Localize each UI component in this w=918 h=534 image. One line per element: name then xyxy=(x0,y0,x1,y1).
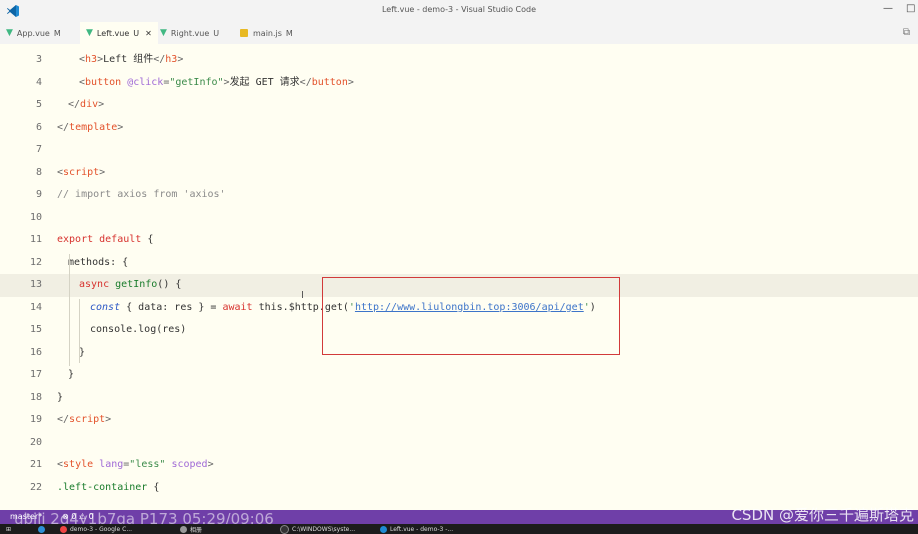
line-number: 18 xyxy=(29,391,42,403)
tab-label: Left.vue xyxy=(96,28,130,38)
line-number: 19 xyxy=(29,414,42,425)
minimize-button[interactable]: — xyxy=(883,3,893,14)
code-text: <script> xyxy=(57,166,106,178)
watermark: CSDN @爱你三千遍斯塔克 xyxy=(731,506,914,524)
code-text: console.log(res) xyxy=(90,324,187,335)
code-text: async getInfo() { xyxy=(79,279,182,290)
editor-tabs: ▼ App.vue M ▼ Left.vue U ✕ ▼ Right.vue U… xyxy=(0,22,918,44)
line-number: 5 xyxy=(35,99,42,110)
start-icon[interactable]: ⊞ xyxy=(6,525,11,534)
code-text: <button @click="getInfo">发起 GET 请求</butt… xyxy=(79,76,354,88)
code-line[interactable]: 7 xyxy=(0,139,918,162)
code-text: export default { xyxy=(57,234,154,245)
code-line[interactable]: 8 <script> xyxy=(0,162,918,185)
taskbar-item[interactable]: C:\WINDOWS\syste... xyxy=(280,525,355,534)
code-line[interactable]: 19 </script> xyxy=(0,409,918,432)
line-number: 17 xyxy=(29,369,42,380)
taskbar: ⊞ demo-3 - Google C... 相册 C:\WINDOWS\sys… xyxy=(0,524,918,534)
js-file-icon xyxy=(240,29,248,37)
tab-label: App.vue xyxy=(16,28,50,38)
line-number: 9 xyxy=(35,189,42,200)
line-number: 7 xyxy=(35,144,42,155)
code-text: // import axios from 'axios' xyxy=(57,189,226,200)
line-number: 21 xyxy=(29,459,42,470)
code-line[interactable]: 21 <style lang="less" scoped> xyxy=(0,454,918,477)
code-line[interactable]: 4 <button @click="getInfo">发起 GET 请求</but… xyxy=(0,72,918,95)
window-title: Left.vue - demo-3 - Visual Studio Code xyxy=(381,5,536,14)
code-text: <style lang="less" scoped> xyxy=(57,459,214,470)
line-number: 6 xyxy=(35,121,42,133)
line-number: 3 xyxy=(35,54,42,65)
taskbar-item[interactable]: 相册 xyxy=(180,525,202,534)
code-text: } xyxy=(57,391,64,403)
line-number: 12 xyxy=(29,256,42,268)
taskbar-item[interactable]: demo-3 - Google C... xyxy=(60,525,132,534)
tab-app-vue[interactable]: ▼ App.vue M xyxy=(6,22,80,44)
tab-label: main.js xyxy=(253,28,282,38)
code-line[interactable]: 3 <h3>Left 组件</h3> xyxy=(0,49,918,72)
git-status-badge: U xyxy=(133,28,140,38)
line-number: 10 xyxy=(29,211,42,223)
code-text: methods: { xyxy=(68,256,129,268)
line-number: 13 xyxy=(29,279,42,290)
tab-main-js[interactable]: main.js M xyxy=(240,22,310,44)
line-number: 4 xyxy=(35,76,42,88)
title-bar: Left.vue - demo-3 - Visual Studio Code —… xyxy=(0,0,918,23)
git-status-badge: M xyxy=(285,28,293,38)
highlight-box xyxy=(322,277,620,355)
git-status-badge: U xyxy=(213,28,220,38)
line-number: 20 xyxy=(29,436,42,448)
tab-right-vue[interactable]: ▼ Right.vue U xyxy=(160,22,232,44)
code-text: </template> xyxy=(57,121,124,133)
code-line[interactable]: 17} xyxy=(0,364,918,387)
code-line[interactable]: 6 </template> xyxy=(0,117,918,140)
close-icon[interactable]: ✕ xyxy=(145,29,152,38)
code-line[interactable]: 10 xyxy=(0,207,918,230)
code-line[interactable]: 22 .left-container { xyxy=(0,477,918,500)
split-editor-icon[interactable]: ⧉ xyxy=(903,27,910,38)
code-text: <h3>Left 组件</h3> xyxy=(79,54,184,65)
code-text: </div> xyxy=(68,99,105,110)
line-number: 16 xyxy=(29,346,42,358)
vue-file-icon: ▼ xyxy=(6,28,13,38)
code-line[interactable]: 9 // import axios from 'axios' xyxy=(0,184,918,207)
edge-icon[interactable] xyxy=(38,525,48,534)
code-line[interactable]: 5 </div> xyxy=(0,94,918,117)
line-number: 15 xyxy=(29,324,42,335)
code-line[interactable]: 11 export default { xyxy=(0,229,918,252)
line-number: 14 xyxy=(29,301,42,313)
tab-left-vue[interactable]: ▼ Left.vue U ✕ xyxy=(80,22,158,44)
code-text: .left-container { xyxy=(57,481,160,493)
line-number: 22 xyxy=(29,481,42,493)
line-number: 11 xyxy=(29,234,42,245)
code-line[interactable]: 18} xyxy=(0,387,918,410)
indent-guide xyxy=(79,299,80,363)
vue-file-icon: ▼ xyxy=(160,28,167,38)
code-text: </script> xyxy=(57,414,112,425)
code-line[interactable]: 20 xyxy=(0,432,918,455)
taskbar-item[interactable]: Left.vue - demo-3 -... xyxy=(380,525,453,534)
code-line[interactable]: 12 methods: { xyxy=(0,252,918,275)
maximize-button[interactable]: □ xyxy=(906,3,915,14)
line-number: 8 xyxy=(35,166,42,178)
code-text: } xyxy=(68,369,75,380)
vue-file-icon: ▼ xyxy=(86,28,93,38)
tab-label: Right.vue xyxy=(170,28,210,38)
git-status-badge: M xyxy=(53,28,61,38)
text-cursor-icon: I xyxy=(301,290,304,301)
indent-guide xyxy=(69,254,70,366)
